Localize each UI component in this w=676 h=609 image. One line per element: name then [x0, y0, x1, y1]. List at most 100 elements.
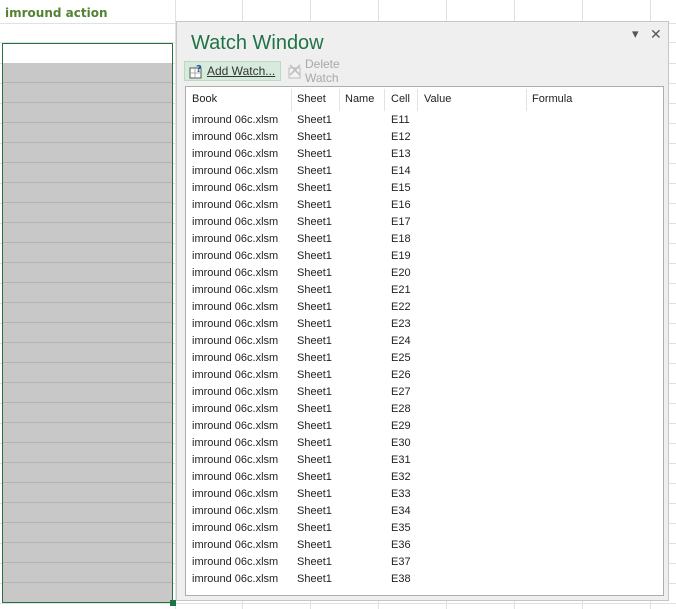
- table-row[interactable]: imround 06c.xlsm Sheet1 E28: [186, 401, 663, 418]
- book-cell: imround 06c.xlsm: [192, 556, 279, 568]
- table-row[interactable]: imround 06c.xlsm Sheet1 E26: [186, 367, 663, 384]
- book-cell: imround 06c.xlsm: [192, 454, 279, 466]
- sheet-cell: Sheet1: [297, 199, 332, 211]
- delete-watch-button[interactable]: Delete Watch: [283, 57, 379, 85]
- sheet-cell: Sheet1: [297, 488, 332, 500]
- chevron-down-icon[interactable]: ▾: [632, 27, 639, 42]
- column-header-value[interactable]: Value: [424, 93, 451, 105]
- sheet-cell: Sheet1: [297, 233, 332, 245]
- column-divider[interactable]: [384, 89, 385, 111]
- table-row[interactable]: imround 06c.xlsm Sheet1 E37: [186, 554, 663, 571]
- column-divider[interactable]: [291, 89, 292, 111]
- sheet-cell: Sheet1: [297, 335, 332, 347]
- cell-ref: E35: [391, 522, 411, 534]
- book-cell: imround 06c.xlsm: [192, 369, 279, 381]
- book-cell: imround 06c.xlsm: [192, 505, 279, 517]
- cell-ref: E13: [391, 148, 411, 160]
- book-cell: imround 06c.xlsm: [192, 471, 279, 483]
- table-row[interactable]: imround 06c.xlsm Sheet1 E32: [186, 469, 663, 486]
- table-row[interactable]: imround 06c.xlsm Sheet1 E33: [186, 486, 663, 503]
- sheet-cell: Sheet1: [297, 165, 332, 177]
- cell-title-text[interactable]: imround action: [5, 6, 107, 20]
- book-cell: imround 06c.xlsm: [192, 335, 279, 347]
- column-divider[interactable]: [339, 89, 340, 111]
- table-row[interactable]: imround 06c.xlsm Sheet1 E18: [186, 231, 663, 248]
- table-row[interactable]: imround 06c.xlsm Sheet1 E31: [186, 452, 663, 469]
- column-header-sheet[interactable]: Sheet: [297, 93, 326, 105]
- table-row[interactable]: imround 06c.xlsm Sheet1 E30: [186, 435, 663, 452]
- delete-watch-icon: [287, 63, 303, 79]
- book-cell: imround 06c.xlsm: [192, 488, 279, 500]
- cell-ref: E12: [391, 131, 411, 143]
- table-row[interactable]: imround 06c.xlsm Sheet1 E29: [186, 418, 663, 435]
- table-row[interactable]: imround 06c.xlsm Sheet1 E36: [186, 537, 663, 554]
- book-cell: imround 06c.xlsm: [192, 437, 279, 449]
- cell-ref: E19: [391, 250, 411, 262]
- sheet-cell: Sheet1: [297, 301, 332, 313]
- book-cell: imround 06c.xlsm: [192, 352, 279, 364]
- cell-ref: E17: [391, 216, 411, 228]
- book-cell: imround 06c.xlsm: [192, 131, 279, 143]
- table-row[interactable]: imround 06c.xlsm Sheet1 E35: [186, 520, 663, 537]
- table-row[interactable]: imround 06c.xlsm Sheet1 E15: [186, 180, 663, 197]
- book-cell: imround 06c.xlsm: [192, 318, 279, 330]
- sheet-cell: Sheet1: [297, 352, 332, 364]
- watch-list[interactable]: Book Sheet Name Cell Value Formula imrou…: [185, 86, 664, 596]
- book-cell: imround 06c.xlsm: [192, 284, 279, 296]
- sheet-cell: Sheet1: [297, 148, 332, 160]
- column-header-formula[interactable]: Formula: [532, 93, 572, 105]
- cell-ref: E31: [391, 454, 411, 466]
- table-row[interactable]: imround 06c.xlsm Sheet1 E23: [186, 316, 663, 333]
- sheet-cell: Sheet1: [297, 573, 332, 585]
- column-header-book[interactable]: Book: [192, 93, 217, 105]
- book-cell: imround 06c.xlsm: [192, 199, 279, 211]
- table-row[interactable]: imround 06c.xlsm Sheet1 E17: [186, 214, 663, 231]
- table-row[interactable]: imround 06c.xlsm Sheet1 E11: [186, 112, 663, 129]
- table-row[interactable]: imround 06c.xlsm Sheet1 E38: [186, 571, 663, 588]
- watch-window-panel: Watch Window ▾ ✕ ? Add Watch... Delete W…: [176, 21, 669, 601]
- table-row[interactable]: imround 06c.xlsm Sheet1 E34: [186, 503, 663, 520]
- table-row[interactable]: imround 06c.xlsm Sheet1 E13: [186, 146, 663, 163]
- table-row[interactable]: imround 06c.xlsm Sheet1 E12: [186, 129, 663, 146]
- table-row[interactable]: imround 06c.xlsm Sheet1 E20: [186, 265, 663, 282]
- selected-range-border[interactable]: [2, 43, 173, 603]
- table-row[interactable]: imround 06c.xlsm Sheet1 E27: [186, 384, 663, 401]
- sheet-cell: Sheet1: [297, 454, 332, 466]
- book-cell: imround 06c.xlsm: [192, 114, 279, 126]
- book-cell: imround 06c.xlsm: [192, 233, 279, 245]
- cell-ref: E37: [391, 556, 411, 568]
- table-row[interactable]: imround 06c.xlsm Sheet1 E14: [186, 163, 663, 180]
- cell-ref: E34: [391, 505, 411, 517]
- table-row[interactable]: imround 06c.xlsm Sheet1 E22: [186, 299, 663, 316]
- book-cell: imround 06c.xlsm: [192, 250, 279, 262]
- gridline: [0, 603, 676, 604]
- table-row[interactable]: imround 06c.xlsm Sheet1 E19: [186, 248, 663, 265]
- book-cell: imround 06c.xlsm: [192, 386, 279, 398]
- book-cell: imround 06c.xlsm: [192, 573, 279, 585]
- add-watch-button[interactable]: ? Add Watch...: [184, 61, 281, 81]
- book-cell: imround 06c.xlsm: [192, 539, 279, 551]
- cell-ref: E28: [391, 403, 411, 415]
- sheet-cell: Sheet1: [297, 131, 332, 143]
- cell-ref: E15: [391, 182, 411, 194]
- column-header-name[interactable]: Name: [345, 93, 374, 105]
- sheet-cell: Sheet1: [297, 386, 332, 398]
- sheet-cell: Sheet1: [297, 471, 332, 483]
- book-cell: imround 06c.xlsm: [192, 301, 279, 313]
- table-row[interactable]: imround 06c.xlsm Sheet1 E24: [186, 333, 663, 350]
- book-cell: imround 06c.xlsm: [192, 267, 279, 279]
- cell-ref: E30: [391, 437, 411, 449]
- column-divider[interactable]: [526, 89, 527, 111]
- column-header-cell[interactable]: Cell: [391, 93, 410, 105]
- table-row[interactable]: imround 06c.xlsm Sheet1 E25: [186, 350, 663, 367]
- table-row[interactable]: imround 06c.xlsm Sheet1 E21: [186, 282, 663, 299]
- cell-ref: E29: [391, 420, 411, 432]
- book-cell: imround 06c.xlsm: [192, 165, 279, 177]
- sheet-cell: Sheet1: [297, 556, 332, 568]
- add-watch-icon: ?: [189, 63, 205, 79]
- book-cell: imround 06c.xlsm: [192, 182, 279, 194]
- table-row[interactable]: imround 06c.xlsm Sheet1 E16: [186, 197, 663, 214]
- close-icon[interactable]: ✕: [650, 27, 662, 43]
- column-divider[interactable]: [417, 89, 418, 111]
- sheet-cell: Sheet1: [297, 369, 332, 381]
